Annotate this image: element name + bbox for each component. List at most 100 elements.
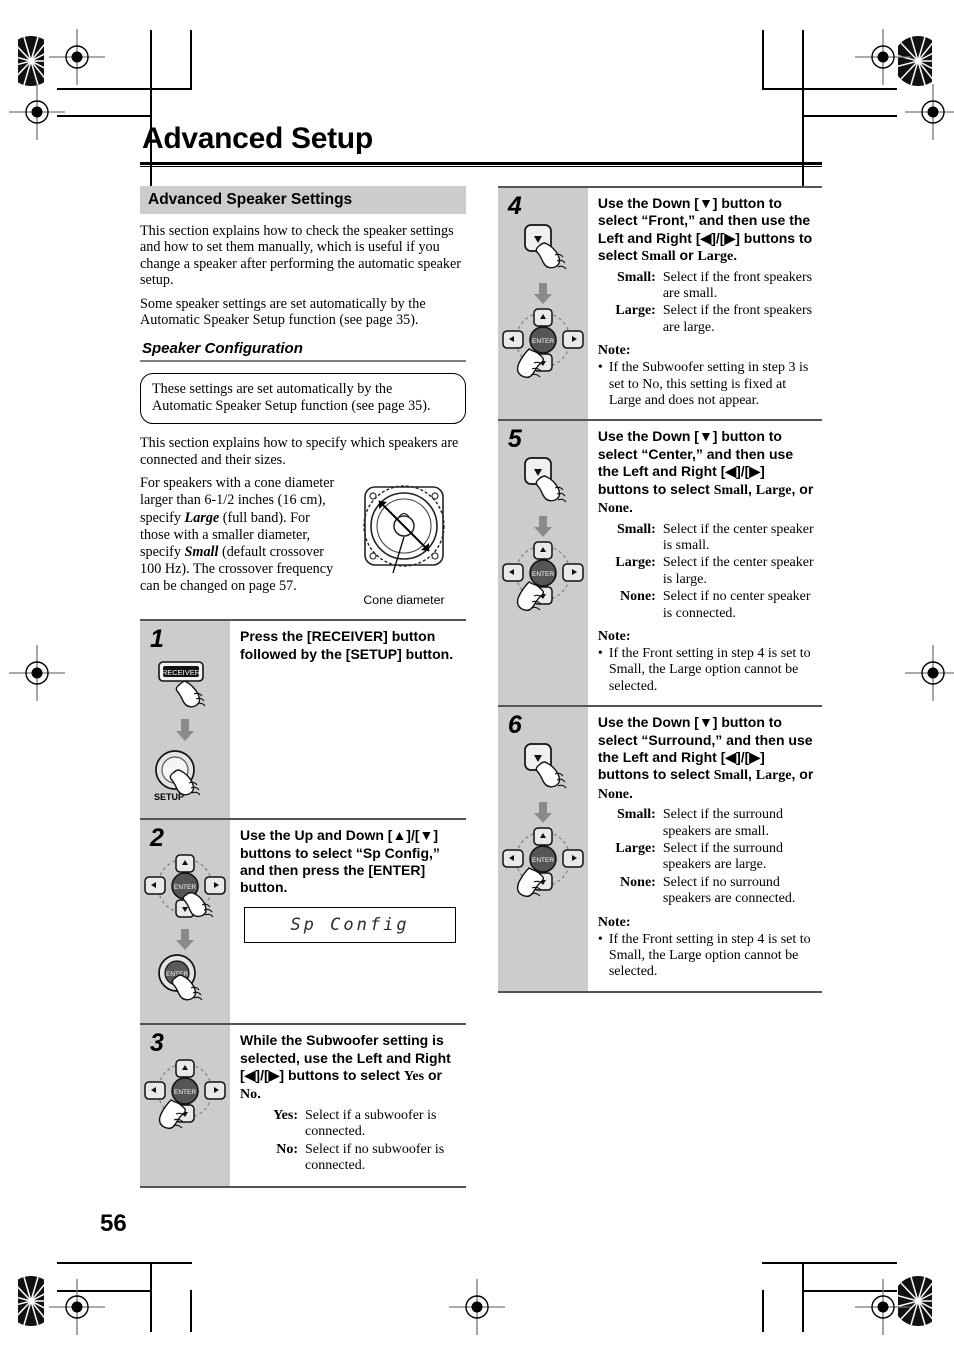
definition-term: Small: (616, 807, 656, 823)
intro-paragraph-1: This section explains how to check the s… (140, 223, 462, 289)
step-6-note-title: Note: (597, 914, 631, 930)
step-4-content: Use the Down [▼] button to select “Front… (588, 188, 822, 419)
registration-crosshair-top-right-inner (855, 29, 911, 85)
step-1-content: Press the [RECEIVER] button followed by … (230, 621, 466, 818)
down-arrow-icon (176, 719, 194, 742)
registration-crosshair-top-left-inner (49, 29, 105, 85)
bullet-icon: • (597, 645, 603, 661)
cone-emphasis-small: Small (184, 544, 219, 561)
column-gap (466, 186, 498, 1188)
definition-description: Select if the surround speakers are smal… (662, 807, 783, 839)
step-6-content: Use the Down [▼] button to select “Surro… (588, 707, 822, 991)
page-content: Advanced Setup Advanced Speaker Settings… (140, 122, 822, 1188)
note-item: • If the Front setting in step 4 is set t… (598, 646, 816, 695)
step-5: 5 ENTER Use the Down [▼] button to selec… (497, 421, 822, 708)
definition-row: Yes: Select if a subwoofer is connected. (240, 1108, 460, 1141)
left-column: Advanced Speaker Settings This section e… (140, 186, 466, 1188)
definition-term: Large: (615, 303, 656, 319)
registration-crosshair-top-right-outer (905, 84, 954, 140)
step-1-illustration-panel: 1 RECEIVER SETUP (140, 621, 230, 819)
down-arrow-icon-4 (533, 283, 552, 304)
cone-emphasis-large: Large (184, 509, 220, 526)
step-6-notes: • If the Front setting in step 4 is set t… (598, 932, 816, 981)
receiver-button-icon: RECEIVER (158, 661, 206, 708)
bullet-icon: • (597, 931, 603, 947)
body-paragraph-1: This section explains how to specify whi… (140, 435, 459, 468)
definition-term: None: (620, 874, 656, 890)
definition-row: Small: Select if the front speakers are s… (598, 270, 816, 303)
step-1: 1 RECEIVER SETUP Press the [RECEIVER] bu… (140, 621, 466, 821)
note-text: If the Front setting in step 4 is set to… (608, 645, 811, 694)
note-item: • If the Front setting in step 4 is set t… (598, 932, 816, 981)
title-rule-thin (140, 166, 822, 167)
lcd-display-text: Sp Config (290, 914, 410, 935)
down-button-icon-6 (523, 743, 567, 789)
definition-row: No: Select if no subwoofer is connected. (240, 1142, 460, 1175)
note-text: If the Front setting in step 4 is set to… (608, 931, 811, 980)
registration-crosshair-mid-left (9, 645, 65, 701)
subheading-rule (140, 360, 466, 363)
definition-row: None: Select if no surround speakers are … (598, 875, 816, 908)
step-4-notes: • If the Subwoofer setting in step 3 is s… (598, 360, 816, 409)
step-3: 3 ENTER While the Subwoofer setting is s… (140, 1025, 466, 1188)
step-6-number: 6 (507, 711, 522, 740)
step-1-artwork: RECEIVER SETUP (140, 654, 230, 808)
step-4-definitions: Small: Select if the front speakers are s… (598, 270, 816, 337)
step-6-definitions: Small: Select if the surround speakers ar… (598, 807, 816, 907)
down-button-icon-5 (523, 457, 567, 503)
dpad-icon-5: ENTER (502, 541, 584, 612)
definition-description: Select if no subwoofer is connected. (305, 1141, 445, 1174)
step-3-artwork: ENTER (140, 1058, 230, 1136)
step-3-number: 3 (150, 1029, 164, 1058)
step-6-instruction: Use the Down [▼] button to select “Surro… (597, 714, 814, 802)
title-rule-thick (140, 162, 822, 165)
definition-description: Select if a subwoofer is connected. (305, 1107, 437, 1140)
dpad-icon-left-right: ENTER (144, 1059, 226, 1130)
setup-button-icon: SETUP (154, 750, 201, 802)
step-1-number: 1 (150, 625, 164, 654)
step-5-instruction: Use the Down [▼] button to select “Cente… (597, 428, 814, 517)
step-4-instruction: Use the Down [▼] button to select “Front… (597, 195, 813, 265)
definition-row: Large: Select if the surround speakers ar… (598, 841, 816, 874)
note-text: If the Subwoofer setting in step 3 is se… (608, 360, 809, 409)
dpad-enter-label: ENTER (174, 884, 196, 891)
definition-term: No: (276, 1141, 298, 1157)
down-arrow-icon-6 (533, 802, 552, 824)
definition-description: Select if no center speaker is connected… (662, 589, 811, 621)
registration-crosshair-mid-right (905, 645, 954, 701)
step-2: 2 ENTER ENTER Use the Up and Down [▲]/[▼… (140, 820, 466, 1026)
step-5-artwork: ENTER (498, 454, 588, 618)
speaker-driver-icon (363, 485, 445, 574)
step-list-right: 4 ENTER Use the Down [▼] button to selec… (497, 186, 822, 993)
step-2-artwork: ENTER ENTER (140, 853, 230, 1013)
registration-crosshair-bottom-right-inner (855, 1279, 911, 1335)
step-4-artwork: ENTER (498, 221, 588, 385)
step-5-note-title: Note: (597, 628, 631, 644)
step-3-definitions: Yes: Select if a subwoofer is connected. N… (240, 1108, 460, 1175)
intro-paragraph-2: Some speaker settings are set automatica… (140, 295, 426, 329)
step-6-artwork: ENTER (498, 740, 588, 904)
step-list-left: 1 RECEIVER SETUP Press the [RECEIVER] bu… (140, 619, 466, 1188)
step-2-illustration-panel: 2 ENTER ENTER (140, 820, 230, 1024)
step-4-number: 4 (507, 192, 522, 220)
step-4: 4 ENTER Use the Down [▼] button to selec… (497, 188, 822, 422)
callout-box: These settings are set automatically by … (140, 373, 466, 425)
definition-row: Large: Select if the front speakers are l… (598, 303, 816, 336)
step-3-illustration-panel: 3 ENTER (140, 1025, 230, 1186)
bullet-icon: • (597, 360, 603, 376)
manual-page: Advanced Setup Advanced Speaker Settings… (0, 0, 954, 1351)
dpad-enter-label-3: ENTER (174, 1089, 196, 1096)
step-3-content: While the Subwoofer setting is selected,… (230, 1025, 466, 1185)
definition-term: Yes: (273, 1107, 298, 1123)
dpad-icon: ENTER (144, 854, 226, 918)
definition-term: Small: (616, 269, 656, 285)
receiver-button-label: RECEIVER (162, 668, 201, 677)
step-1-instruction: Press the [RECEIVER] button followed by … (240, 628, 454, 662)
cone-diameter-figure: Cone diameter (342, 475, 466, 607)
two-column-layout: Advanced Speaker Settings This section e… (140, 186, 822, 1188)
registration-crosshair-top-left-outer (9, 84, 65, 140)
right-column: 4 ENTER Use the Down [▼] button to selec… (497, 186, 822, 1188)
definition-row: None: Select if no center speaker is conn… (598, 589, 816, 622)
step-2-instruction: Use the Up and Down [▲]/[▼] buttons to s… (240, 827, 440, 896)
definition-row: Small: Select if the center speaker is sm… (598, 522, 816, 555)
